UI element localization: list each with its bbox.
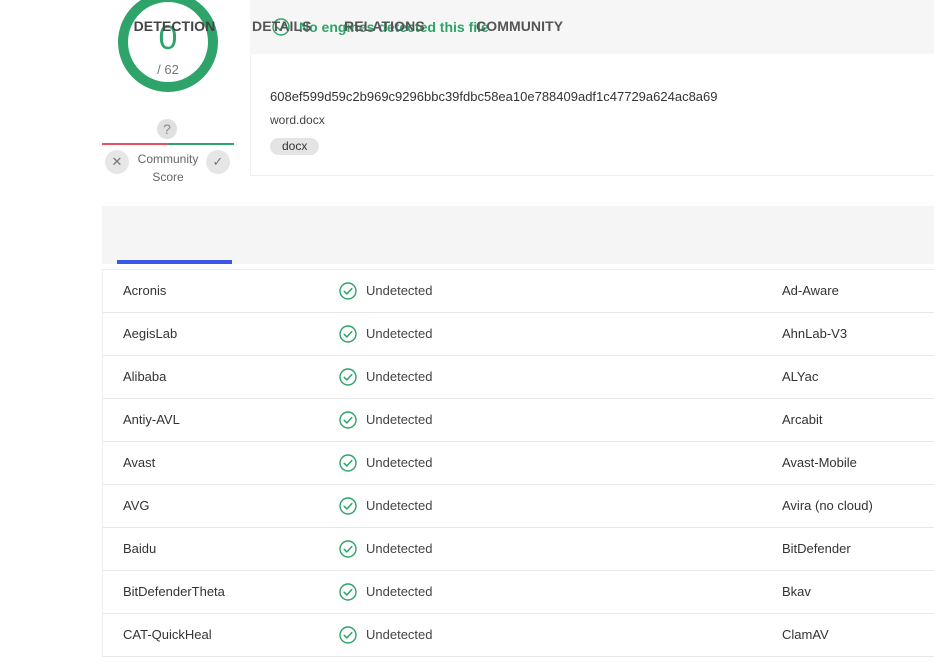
check-circle-icon <box>339 454 357 472</box>
file-hash[interactable]: 608ef599d59c2b969c9296bbc39fdbc58ea10e78… <box>270 89 717 104</box>
engine-name: AhnLab-V3 <box>782 326 848 341</box>
engine-name: Avast-Mobile <box>782 455 857 470</box>
engine-name: Ad-Aware <box>782 283 839 298</box>
detection-result: Undetected <box>366 369 433 384</box>
unknown-score-icon: ? <box>157 119 177 139</box>
engine-name: Arcabit <box>782 412 823 427</box>
community-score-label: Community Score <box>132 150 204 186</box>
engine-name: AVG <box>123 498 150 513</box>
engine-total: / 62 <box>157 62 179 77</box>
detection-result: Undetected <box>366 541 433 556</box>
table-row: Antiy-AVL Undetected Arcabit <box>103 399 934 442</box>
table-row: BitDefenderTheta Undetected Bkav <box>103 571 934 614</box>
check-circle-icon <box>339 282 357 300</box>
tab-detection[interactable]: DETECTION <box>117 0 232 58</box>
engine-name: Alibaba <box>123 369 167 384</box>
community-score-bar-positive <box>168 143 234 145</box>
detection-results-table: Acronis Undetected Ad-Aware AegisLab Und… <box>102 269 934 657</box>
file-info-panel <box>250 54 934 176</box>
table-row: CAT-QuickHeal Undetected ClamAV <box>103 614 934 657</box>
detection-result: Undetected <box>366 584 433 599</box>
engine-name: BitDefender <box>782 541 851 556</box>
tab-relations[interactable]: RELATIONS <box>344 0 425 58</box>
engine-name: Avira (no cloud) <box>782 498 873 513</box>
active-tab-indicator <box>117 260 232 264</box>
detection-result: Undetected <box>366 455 433 470</box>
table-row: AegisLab Undetected AhnLab-V3 <box>103 313 934 356</box>
engine-name: ALYac <box>782 369 819 384</box>
check-circle-icon <box>339 325 357 343</box>
detection-result: Undetected <box>366 627 433 642</box>
engine-name: CAT-QuickHeal <box>123 627 212 642</box>
detection-result: Undetected <box>366 326 433 341</box>
engine-name: AegisLab <box>123 326 178 341</box>
engine-name: Avast <box>123 455 156 470</box>
check-circle-icon <box>339 626 357 644</box>
table-row: AVG Undetected Avira (no cloud) <box>103 485 934 528</box>
engine-name: ClamAV <box>782 627 829 642</box>
engine-name: BitDefenderTheta <box>123 584 225 599</box>
engine-name: Bkav <box>782 584 811 599</box>
vote-harmless-button[interactable]: ✓ <box>206 150 230 174</box>
check-circle-icon <box>339 368 357 386</box>
check-circle-icon <box>339 583 357 601</box>
tab-community[interactable]: COMMUNITY <box>476 0 563 58</box>
community-label-line1: Community <box>137 152 199 166</box>
tab-details[interactable]: DETAILS <box>252 0 312 58</box>
table-row: Baidu Undetected BitDefender <box>103 528 934 571</box>
file-name: word.docx <box>270 113 325 127</box>
community-score-bar-negative <box>102 143 168 145</box>
detection-result: Undetected <box>366 283 433 298</box>
tab-bar <box>102 206 934 264</box>
check-circle-icon <box>339 540 357 558</box>
vote-malicious-button[interactable]: ✕ <box>105 150 129 174</box>
community-label-line2: Score <box>152 170 184 184</box>
table-row: Alibaba Undetected ALYac <box>103 356 934 399</box>
table-row: Avast Undetected Avast-Mobile <box>103 442 934 485</box>
detection-result: Undetected <box>366 498 433 513</box>
check-circle-icon <box>339 497 357 515</box>
engine-name: Baidu <box>123 541 157 556</box>
table-row: Acronis Undetected Ad-Aware <box>103 270 934 313</box>
check-circle-icon <box>339 411 357 429</box>
detection-result: Undetected <box>366 412 433 427</box>
file-type-tag[interactable]: docx <box>270 138 320 155</box>
engine-name: Antiy-AVL <box>123 412 180 427</box>
engine-name: Acronis <box>123 283 167 298</box>
